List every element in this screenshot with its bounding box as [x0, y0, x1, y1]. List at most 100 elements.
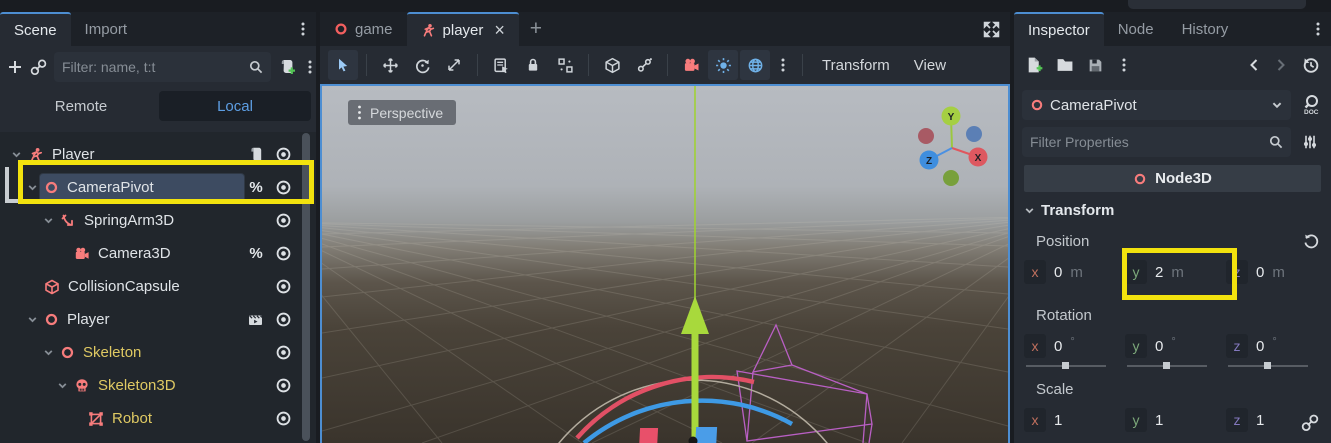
select-tool-button[interactable] [328, 50, 358, 80]
tree-row-skeleton3d[interactable]: Skeleton3D [0, 369, 316, 402]
open-docs-icon[interactable]: DOC [1297, 90, 1323, 120]
add-node-button[interactable] [7, 53, 23, 81]
position-y-value[interactable]: 2 [1155, 264, 1163, 281]
inspector-tune-icon[interactable] [1297, 127, 1323, 157]
scale-tool-button[interactable] [439, 50, 469, 80]
rotation-y-slider[interactable] [1127, 361, 1207, 370]
tree-row-skeleton[interactable]: Skeleton [0, 336, 316, 369]
class-header-node3d[interactable]: Node3D [1024, 165, 1321, 192]
scale-z-value[interactable]: 1 [1256, 412, 1264, 429]
revert-position-icon[interactable] [1303, 233, 1319, 249]
axis-neg-x-ball[interactable] [918, 128, 934, 144]
visibility-eye-icon[interactable] [275, 410, 292, 427]
instance-scene-link-icon[interactable] [30, 53, 47, 81]
scene-tree-menu-icon[interactable] [303, 53, 316, 81]
tree-row-springarm3d[interactable]: SpringArm3D [0, 204, 316, 237]
rotation-y-value[interactable]: 0 [1155, 338, 1163, 355]
save-icon[interactable] [1087, 57, 1104, 74]
scale-x-value[interactable]: 1 [1054, 412, 1062, 429]
axis-neg-y-ball[interactable] [943, 170, 959, 186]
visibility-eye-icon[interactable] [275, 377, 292, 394]
tab-player-scene[interactable]: player × [407, 12, 519, 46]
rotation-y-field[interactable]: y 0 ° [1125, 334, 1220, 370]
position-x-value[interactable]: 0 [1054, 264, 1062, 281]
scale-link-icon[interactable] [1301, 414, 1319, 432]
new-resource-icon[interactable] [1025, 56, 1043, 74]
node-selector[interactable]: CameraPivot [1022, 90, 1291, 120]
chevron-down-icon[interactable] [40, 215, 56, 226]
scene-dock-menu-icon[interactable] [290, 12, 316, 46]
visibility-eye-icon[interactable] [275, 311, 292, 328]
tree-row-robot[interactable]: Robot [0, 402, 316, 435]
view-menu[interactable]: View [903, 57, 957, 74]
position-z-field[interactable]: z 0 m [1226, 260, 1321, 284]
new-scene-tab-button[interactable]: + [519, 12, 553, 46]
script-icon[interactable] [248, 146, 264, 163]
selection-list-button[interactable] [486, 50, 516, 80]
unique-name-badge[interactable]: % [248, 245, 264, 262]
visibility-eye-icon[interactable] [275, 179, 292, 196]
preview-sunlight-toggle[interactable] [708, 50, 738, 80]
tree-row-camerapivot[interactable]: CameraPivot % [0, 171, 316, 204]
inspector-menu-icon[interactable] [1305, 12, 1331, 46]
group-node-button[interactable] [550, 50, 580, 80]
rotate-tool-button[interactable] [407, 50, 437, 80]
rotation-x-slider[interactable] [1026, 361, 1106, 370]
tree-row-player[interactable]: Player [0, 138, 316, 171]
tab-inspector[interactable]: Inspector [1014, 12, 1104, 46]
close-tab-icon[interactable]: × [494, 21, 505, 39]
tab-import[interactable]: Import [71, 12, 142, 46]
view-gizmo-cube-icon[interactable] [597, 50, 627, 80]
scene-tree-scrollbar[interactable] [302, 133, 310, 441]
load-resource-folder-icon[interactable] [1056, 57, 1074, 73]
rotation-z-value[interactable]: 0 [1256, 338, 1264, 355]
position-z-value[interactable]: 0 [1256, 264, 1264, 281]
tab-scene[interactable]: Scene [0, 12, 71, 46]
rotation-z-field[interactable]: z 0 ° [1226, 334, 1321, 370]
attach-script-icon[interactable] [278, 53, 296, 81]
preview-camera-icon[interactable] [676, 50, 706, 80]
visibility-eye-icon[interactable] [275, 278, 292, 295]
expand-viewport-icon[interactable] [972, 12, 1010, 46]
skeleton-options-icon[interactable] [629, 50, 659, 80]
editable-children-movie-icon[interactable] [247, 312, 264, 328]
history-list-icon[interactable] [1301, 56, 1320, 75]
move-tool-button[interactable] [375, 50, 405, 80]
rotation-x-value[interactable]: 0 [1054, 338, 1062, 355]
scale-y-value[interactable]: 1 [1155, 412, 1163, 429]
rotation-x-field[interactable]: x 0 ° [1024, 334, 1119, 370]
visibility-eye-icon[interactable] [275, 146, 292, 163]
tab-node[interactable]: Node [1104, 12, 1168, 46]
scale-x-field[interactable]: x 1 [1024, 408, 1119, 432]
resource-options-icon[interactable] [1117, 57, 1131, 73]
tab-history[interactable]: History [1168, 12, 1243, 46]
visibility-eye-icon[interactable] [275, 245, 292, 262]
chevron-down-icon[interactable] [54, 380, 70, 391]
visibility-eye-icon[interactable] [275, 212, 292, 229]
unique-name-badge[interactable]: % [248, 179, 264, 196]
rotation-z-slider[interactable] [1228, 361, 1308, 370]
local-tab[interactable]: Local [159, 91, 311, 121]
history-forward-icon[interactable] [1274, 57, 1288, 73]
perspective-menu-button[interactable]: Perspective [348, 100, 456, 125]
tree-row-camera3d[interactable]: Camera3D % [0, 237, 316, 270]
environment-options-icon[interactable] [772, 50, 794, 80]
tab-game-scene[interactable]: game [320, 12, 407, 46]
position-x-field[interactable]: x 0 m [1024, 260, 1119, 284]
transform-section-header[interactable]: Transform [1024, 198, 1321, 222]
remote-tab[interactable]: Remote [5, 91, 157, 121]
tree-row-bullet[interactable]: Bullet [0, 435, 316, 443]
tree-row-collisioncapsule[interactable]: CollisionCapsule [0, 270, 316, 303]
chevron-down-icon[interactable] [24, 314, 40, 325]
viewport-3d[interactable]: Y X Z Perspective [320, 84, 1010, 443]
visibility-eye-icon[interactable] [275, 344, 292, 361]
axis-neg-z-ball[interactable] [966, 126, 982, 142]
tree-row-player-instance[interactable]: Player [0, 303, 316, 336]
filter-properties-input[interactable] [1030, 134, 1263, 150]
preview-environment-toggle[interactable] [740, 50, 770, 80]
history-back-icon[interactable] [1247, 57, 1261, 73]
chevron-down-icon[interactable] [40, 347, 56, 358]
scale-y-field[interactable]: y 1 [1125, 408, 1220, 432]
scene-filter-input[interactable] [62, 59, 243, 75]
chevron-down-icon[interactable] [24, 182, 40, 193]
